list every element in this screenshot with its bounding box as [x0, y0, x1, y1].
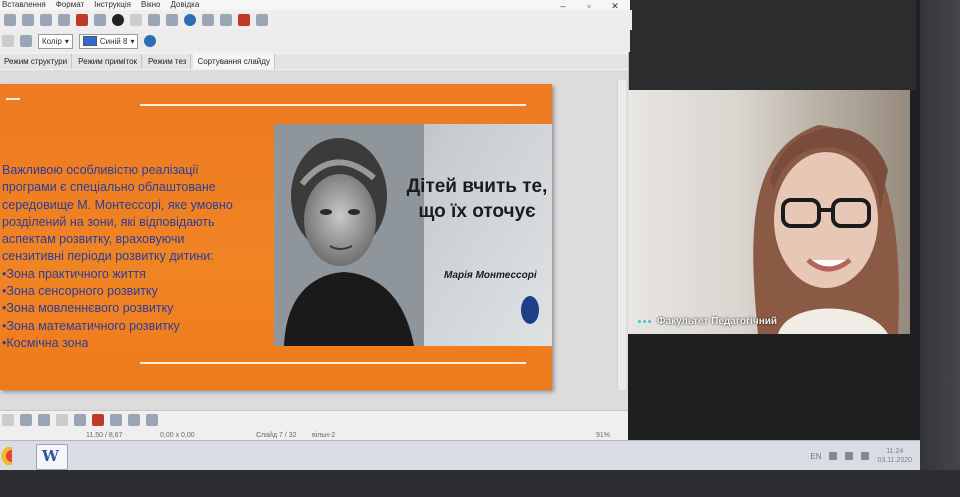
shadow-icon[interactable] — [144, 35, 157, 47]
chevron-down-icon: ▾ — [130, 36, 135, 46]
top-dash — [6, 98, 20, 100]
connector-icon[interactable] — [56, 414, 68, 426]
menu-help[interactable]: Довідка — [170, 0, 199, 10]
undo-icon[interactable] — [40, 14, 52, 26]
view-tabs: Режим структури Режим приміток Режим тез… — [0, 54, 628, 69]
body-line: розділений на зони, які відповідають — [2, 214, 215, 229]
bullet-item: •Зона мовленнєвого розвитку — [2, 301, 174, 316]
help-icon[interactable] — [184, 14, 196, 26]
color-swatch — [82, 36, 97, 46]
formatting-toolbar: Колір ▾ Синій 8 ▾ — [0, 30, 630, 52]
logo-icon — [521, 296, 539, 324]
color-select[interactable]: Синій 8 ▾ — [78, 33, 139, 49]
bullet-item: •Зона сенсорного розвитку — [2, 284, 158, 299]
select-icon[interactable] — [2, 414, 14, 426]
chevron-down-icon: ▾ — [64, 36, 69, 46]
fill-icon[interactable] — [20, 35, 32, 47]
meeting-background — [628, 0, 916, 90]
screen: Вставлення Формат Інструкція Вікно Довід… — [0, 0, 920, 470]
open-icon[interactable] — [22, 14, 34, 26]
language-indicator[interactable]: EN — [810, 452, 821, 461]
bullet-item: •Зона практичного життя — [2, 266, 146, 281]
impress-window: Вставлення Формат Інструкція Вікно Довід… — [0, 0, 632, 441]
clock[interactable]: 11:24 03.11.2020 — [877, 447, 912, 465]
redo-icon[interactable] — [58, 14, 70, 26]
slide[interactable]: Важливою особливістю реалізації програми… — [0, 84, 552, 390]
help-tray-icon[interactable] — [829, 452, 838, 460]
gallery-icon[interactable] — [92, 414, 104, 426]
participant-video-feed — [753, 125, 899, 334]
participant-name: Факультет Педагогічний — [657, 316, 778, 327]
tab-handout[interactable]: Режим тез — [144, 54, 192, 69]
arrow-icon[interactable] — [2, 35, 14, 47]
system-tray: EN 11:24 03.11.2020 — [810, 447, 912, 465]
menu-tools[interactable]: Інструкція — [94, 0, 131, 10]
slide-text-box[interactable]: Важливою особливістю реалізації програми… — [2, 162, 272, 352]
menubar: Вставлення Формат Інструкція Вікно Довід… — [0, 0, 630, 10]
participant-video-tile[interactable]: Факультет Педагогічний — [628, 90, 910, 334]
slide-icon[interactable] — [202, 14, 214, 26]
align-icon[interactable] — [128, 414, 140, 426]
body-line: програми є спеціально облаштоване — [2, 180, 216, 195]
vertical-scrollbar[interactable] — [617, 80, 626, 390]
navigator-icon[interactable] — [148, 14, 160, 26]
monitor-bezel-bottom — [0, 470, 960, 497]
transition-icon[interactable] — [256, 14, 268, 26]
quote-line: Дітей вчить те, — [406, 176, 548, 197]
more-options-icon[interactable] — [638, 320, 651, 323]
zoom-icon[interactable] — [166, 14, 178, 26]
quote-text: Дітей вчить те, що їх оточує — [402, 174, 552, 224]
display-icon[interactable] — [238, 14, 250, 26]
rotate-icon[interactable] — [110, 414, 122, 426]
body-line: аспектам розвитку, враховуючи — [2, 232, 185, 247]
color-mode-value: Колір — [42, 36, 62, 46]
line-icon[interactable] — [20, 414, 32, 426]
quote-author: Марія Монтессорі — [444, 270, 537, 281]
extrusion-icon[interactable] — [146, 414, 158, 426]
body-line: сензитивні періоди розвитку дитини: — [2, 249, 214, 264]
tab-outline[interactable]: Режим структури — [0, 54, 73, 69]
color-name-value: Синій 8 — [99, 36, 128, 46]
tab-slide-sorter[interactable]: Сортування слайду — [193, 54, 275, 69]
slide-workspace: Важливою особливістю реалізації програми… — [0, 70, 628, 410]
word-icon: W — [42, 447, 59, 465]
montessori-quote-image[interactable]: Дітей вчить те, що їх оточує Марія Монте… — [274, 124, 552, 346]
word-taskbar-button[interactable]: W — [36, 444, 68, 470]
layout-icon[interactable] — [220, 14, 232, 26]
portrait-illustration — [274, 124, 424, 346]
new-icon[interactable] — [4, 14, 16, 26]
chrome-icon[interactable] — [0, 447, 12, 465]
tab-notes[interactable]: Режим приміток — [74, 54, 143, 69]
image-icon[interactable] — [76, 14, 88, 26]
table-icon[interactable] — [94, 14, 106, 26]
menu-insert[interactable]: Вставлення — [2, 0, 46, 10]
body-line: Важливою особливістю реалізації — [2, 163, 199, 177]
monitor-bezel-right — [920, 0, 960, 497]
clock-date: 03.11.2020 — [877, 457, 912, 464]
quote-line: що їх оточує — [418, 201, 536, 222]
meeting-empty-area — [628, 334, 916, 444]
body-line: середовище М. Монтессорі, яке умовно — [2, 197, 233, 212]
network-icon[interactable] — [845, 452, 854, 460]
menu-window[interactable]: Вікно — [141, 0, 160, 10]
text-icon[interactable] — [74, 414, 86, 426]
bullet-item: •Космічна зона — [2, 335, 89, 350]
menu-format[interactable]: Формат — [56, 0, 84, 10]
windows-taskbar: W EN 11:24 03.11.2020 — [0, 440, 920, 470]
clock-time: 11:24 — [886, 448, 904, 455]
chart-icon[interactable] — [130, 14, 142, 26]
participant-name-label: Факультет Педагогічний — [638, 316, 777, 327]
volume-icon[interactable] — [861, 452, 870, 460]
shape-icon[interactable] — [112, 14, 124, 26]
bullet-item: •Зона математичного розвитку — [2, 318, 180, 333]
standard-toolbar — [0, 10, 632, 30]
drawing-toolbar — [2, 414, 158, 426]
star-icon[interactable] — [38, 414, 50, 426]
color-mode-select[interactable]: Колір ▾ — [38, 33, 73, 49]
top-rule — [140, 104, 526, 106]
bottom-bars: 11,50 / 8,67 0,00 x 0,00 Слайд 7 / 32 ві… — [0, 410, 628, 441]
bottom-rule — [140, 362, 526, 364]
